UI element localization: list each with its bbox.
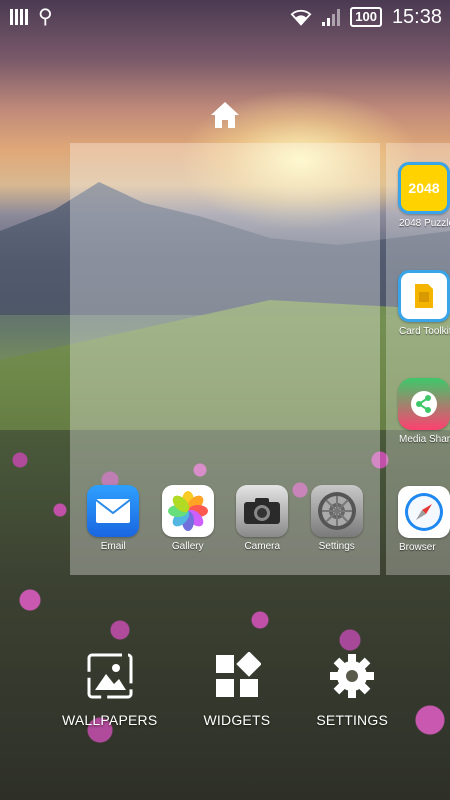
page-dock-row: Email Gallery Camera Settings (70, 485, 380, 552)
app-label: Camera (244, 541, 281, 552)
app-label: Settings (318, 541, 355, 552)
status-bar: ⚲ 100 15:38 (0, 0, 450, 34)
app-label: Email (100, 541, 126, 552)
widgets-icon (215, 652, 261, 697)
app-camera[interactable]: Camera (227, 485, 297, 552)
icon-text: 2048 (408, 180, 440, 196)
status-left: ⚲ (10, 7, 53, 27)
app-label: Gallery (171, 541, 204, 552)
edit-mode-actions: WALLPAPERS WIDGETS SETTINGS (0, 652, 450, 728)
status-right: 100 15:38 (290, 6, 442, 29)
action-label: WALLPAPERS (62, 712, 158, 728)
app-settings[interactable]: Settings (302, 485, 372, 552)
sim-card-icon (398, 270, 450, 322)
share-icon (398, 378, 450, 430)
email-icon (87, 485, 140, 537)
wallpapers-button[interactable]: WALLPAPERS (62, 652, 157, 728)
wifi-icon (290, 9, 312, 26)
app-label: Media Share (399, 434, 450, 445)
clock: 15:38 (391, 5, 442, 28)
app-gallery[interactable]: Gallery (153, 485, 223, 552)
app-label: 2048 Puzzle (399, 218, 450, 229)
app-browser[interactable]: Browser (398, 486, 450, 553)
app-2048-puzzle[interactable]: 2048 2048 Puzzle (398, 162, 450, 229)
sim-icon (10, 9, 28, 25)
wallpaper-icon (87, 653, 133, 699)
puzzle-2048-icon: 2048 (398, 162, 450, 214)
action-label: SETTINGS (316, 712, 388, 728)
gallery-icon (161, 485, 214, 537)
app-card-toolkit[interactable]: Card Toolkit (398, 270, 450, 337)
usb-icon: ⚲ (38, 6, 53, 28)
app-label: Browser (399, 542, 436, 553)
signal-icon (322, 8, 341, 26)
app-media-share[interactable]: Media Share (398, 378, 450, 445)
battery-icon: 100 (350, 7, 382, 27)
app-label: Card Toolkit (399, 326, 450, 337)
settings-button[interactable]: SETTINGS (316, 652, 388, 728)
gear-icon (330, 654, 375, 698)
home-icon[interactable] (209, 100, 241, 130)
settings-gear-icon (310, 485, 363, 537)
compass-icon (398, 486, 450, 538)
camera-icon (236, 485, 289, 537)
widgets-button[interactable]: WIDGETS (204, 652, 271, 728)
app-email[interactable]: Email (78, 485, 148, 552)
action-label: WIDGETS (203, 712, 271, 728)
